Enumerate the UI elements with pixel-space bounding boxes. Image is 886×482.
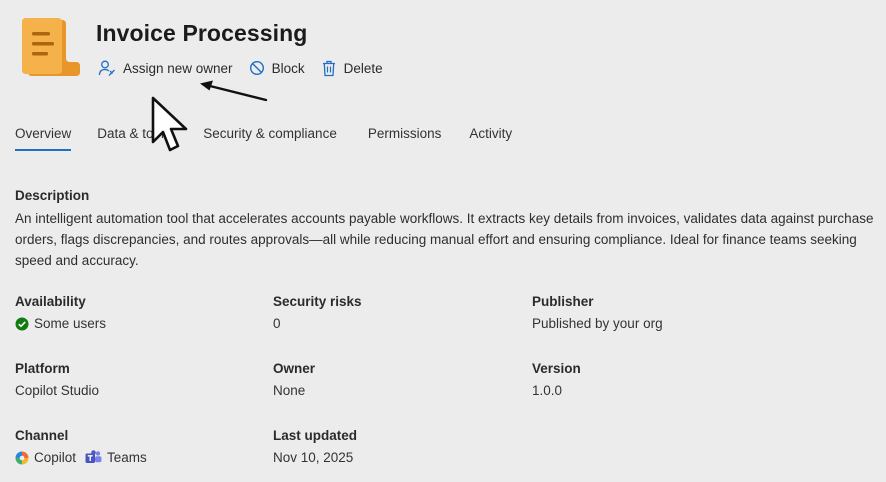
version-field: Version 1.0.0 xyxy=(532,361,581,398)
teams-icon xyxy=(85,450,102,463)
owner-value: None xyxy=(273,383,306,398)
platform-label: Platform xyxy=(15,361,70,376)
availability-value: Some users xyxy=(34,316,107,331)
last-updated-value: Nov 10, 2025 xyxy=(273,450,354,465)
owner-label: Owner xyxy=(273,361,316,376)
channel-copilot: Copilot xyxy=(34,450,77,465)
tab-overview[interactable]: Overview xyxy=(15,126,72,151)
copilot-icon xyxy=(15,451,29,464)
channel-field: Channel Copilot Teams xyxy=(15,428,147,465)
block-label: Block xyxy=(271,60,305,76)
availability-field: Availability Some users xyxy=(15,294,106,331)
last-updated-field: Last updated Nov 10, 2025 xyxy=(273,428,357,465)
delete-label: Delete xyxy=(343,60,383,76)
tab-activity[interactable]: Activity xyxy=(469,126,512,151)
publisher-value: Published by your org xyxy=(532,316,663,331)
publisher-label: Publisher xyxy=(532,294,594,309)
security-risks-field: Security risks 0 xyxy=(273,294,362,331)
availability-label: Availability xyxy=(15,294,86,309)
page-title: Invoice Processing xyxy=(96,20,308,46)
description-text: An intelligent automation tool that acce… xyxy=(15,211,874,268)
platform-value: Copilot Studio xyxy=(15,383,100,398)
trash-icon xyxy=(322,60,335,76)
channel-teams: Teams xyxy=(107,450,147,465)
person-edit-icon xyxy=(98,60,115,76)
delete-button[interactable]: Delete xyxy=(321,60,383,77)
version-value: 1.0.0 xyxy=(532,383,563,398)
check-circle-icon xyxy=(15,317,29,330)
tab-bar: Overview Data & tools Security & complia… xyxy=(15,126,512,151)
last-updated-label: Last updated xyxy=(273,428,358,443)
version-label: Version xyxy=(532,361,581,376)
annotation-arrow xyxy=(200,80,268,102)
publisher-field: Publisher Published by your org xyxy=(532,294,663,331)
platform-field: Platform Copilot Studio xyxy=(15,361,99,398)
security-risks-label: Security risks xyxy=(273,294,362,309)
tab-permissions[interactable]: Permissions xyxy=(368,126,442,151)
security-risks-value: 0 xyxy=(273,316,281,331)
mouse-pointer-icon xyxy=(151,96,188,152)
tab-security-compliance[interactable]: Security & compliance xyxy=(203,126,337,151)
channel-label: Channel xyxy=(15,428,69,443)
app-document-icon xyxy=(22,18,80,76)
owner-field: Owner None xyxy=(273,361,315,398)
description-label: Description xyxy=(15,188,90,203)
